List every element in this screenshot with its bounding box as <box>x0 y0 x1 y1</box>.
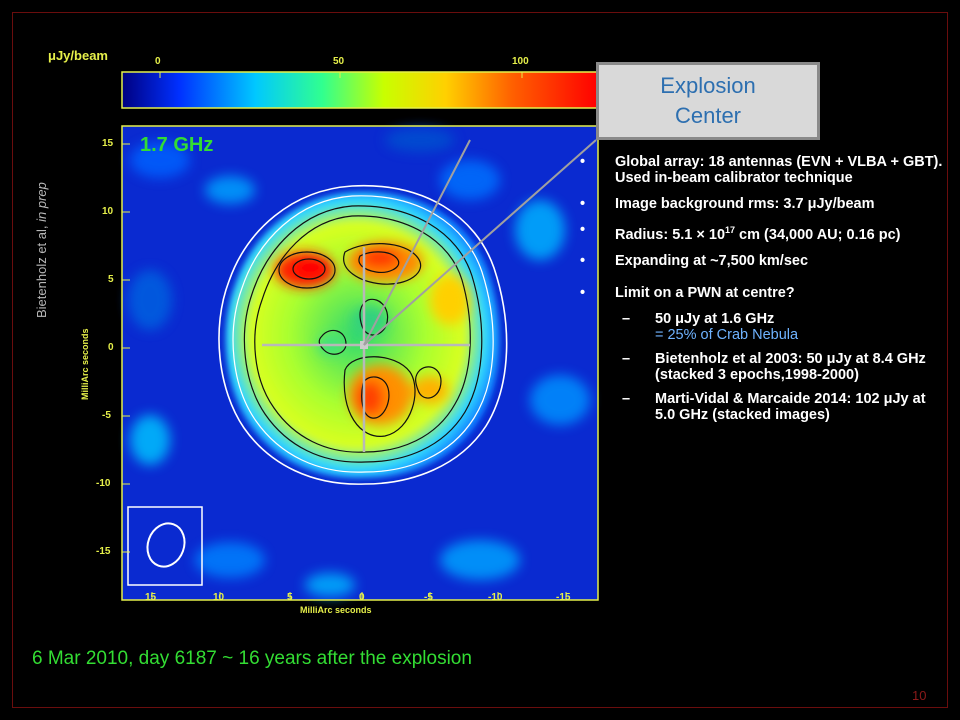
colorbar <box>121 71 599 109</box>
sub-bullet-item: Marti-Vidal & Marcaide 2014: 102 μJy at … <box>578 391 948 423</box>
bullet-item: Expanding at ~7,500 km/sec <box>578 253 948 269</box>
y-tick: 5 <box>108 274 114 285</box>
x-tick: -15 <box>556 592 571 603</box>
sub-bullet-item: Bietenholz et al 2003: 50 μJy at 8.4 GHz… <box>578 351 948 383</box>
callout-line2: Center <box>674 103 742 128</box>
crab-comparison-note: = 25% of Crab Nebula <box>655 326 799 343</box>
x-axis-label: MilliArc seconds <box>300 605 372 615</box>
colorbar-tick: 100 <box>512 56 529 67</box>
y-tick: -5 <box>102 410 111 421</box>
y-tick: 10 <box>102 206 114 217</box>
x-tick: 15 <box>145 592 157 603</box>
x-tick: -5 <box>424 592 433 603</box>
bullet-item: Image background rms: 3.7 μJy/beam <box>578 196 948 212</box>
sub-bullet-item: 50 μJy at 1.6 GHz= 25% of Crab Nebula <box>578 311 948 343</box>
y-axis-label: MilliArc seconds <box>80 328 90 400</box>
y-tick: 0 <box>108 342 114 353</box>
callout-line1: Explosion <box>660 73 756 98</box>
colorbar-tick: 0 <box>155 56 161 67</box>
x-tick: 5 <box>287 592 293 603</box>
y-tick: 15 <box>102 138 114 149</box>
x-tick: 10 <box>213 592 225 603</box>
bullet-item: Radius: 5.1 × 1017 cm (34,000 AU; 0.16 p… <box>578 222 948 243</box>
bullet-list: Global array: 18 antennas (EVN + VLBA + … <box>578 154 948 431</box>
epoch-caption: 6 Mar 2010, day 6187 ~ 16 years after th… <box>32 648 472 669</box>
y-tick: -15 <box>96 546 111 557</box>
page-number: 10 <box>912 688 927 703</box>
bullet-item: Limit on a PWN at centre? <box>578 285 948 301</box>
x-tick: 0 <box>359 592 365 603</box>
explosion-center-callout: Explosion Center <box>596 62 820 140</box>
bullet-item: Global array: 18 antennas (EVN + VLBA + … <box>578 154 948 186</box>
frequency-label: 1.7 GHz <box>140 134 214 156</box>
x-tick: -10 <box>488 592 503 603</box>
y-tick: -10 <box>96 478 111 489</box>
colorbar-tick: 50 <box>333 56 345 67</box>
